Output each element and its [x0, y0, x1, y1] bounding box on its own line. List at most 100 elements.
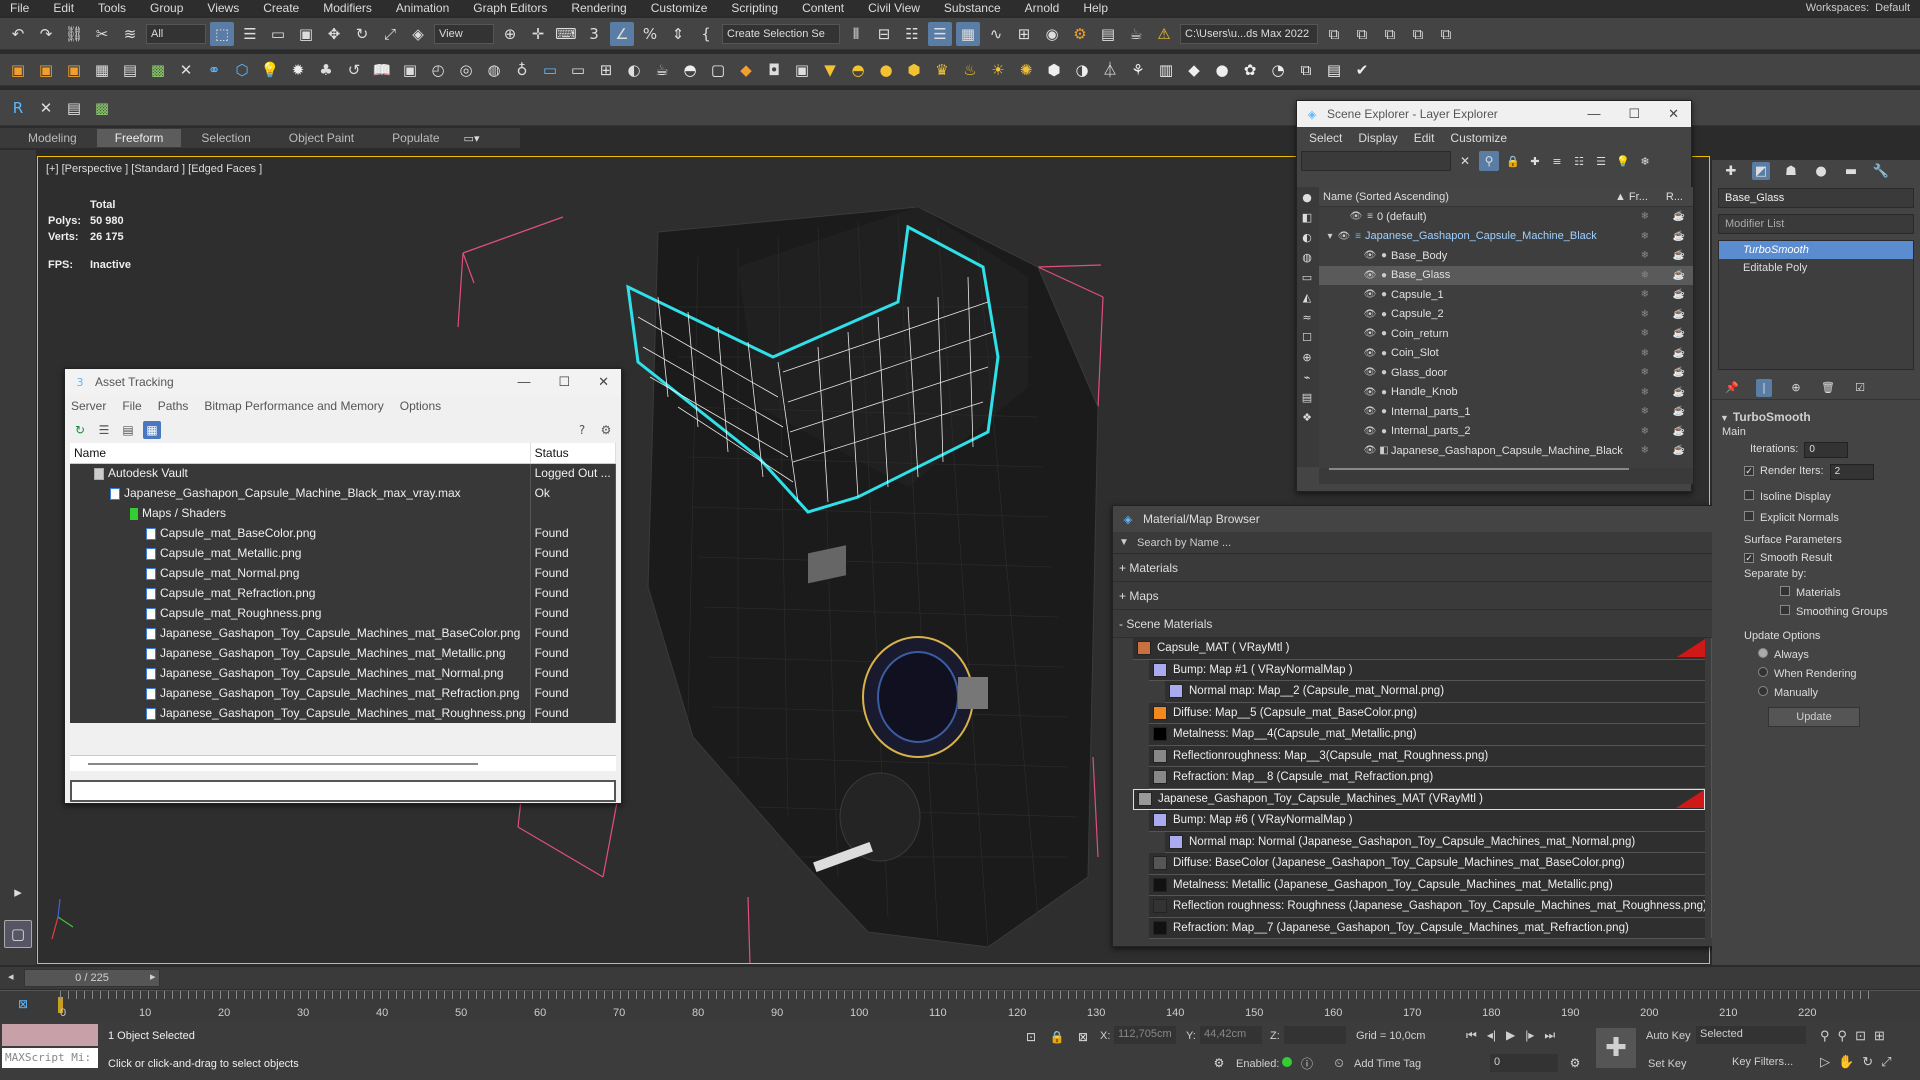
freeze-icon[interactable]: ❄ [1641, 231, 1649, 242]
adaptive-degradation-icon[interactable]: ⚙ [1210, 1054, 1228, 1072]
rollout-turbosmooth[interactable]: ▼ TurboSmooth [1712, 410, 1920, 424]
horizontal-scrollbar[interactable] [70, 755, 616, 771]
render-icon[interactable]: ☕ [1673, 231, 1685, 242]
mat-title-bar[interactable]: ◈ Material/Map Browser ✕ [1113, 506, 1725, 532]
eye-icon[interactable]: 👁 [1363, 250, 1377, 261]
map-row[interactable]: Reflectionroughness: Map__3(Capsule_mat_… [1149, 745, 1705, 767]
col-name[interactable]: Name [70, 443, 531, 464]
display-particles-icon[interactable]: ❖ [1297, 407, 1317, 427]
warning-icon[interactable]: ⚠ [1152, 22, 1176, 46]
freeze-icon[interactable]: ❄ [1641, 211, 1649, 222]
isoline-checkbox[interactable] [1744, 490, 1754, 500]
freeze-icon[interactable]: ❄ [1641, 426, 1649, 437]
table-row[interactable]: Maps / Shaders [70, 503, 617, 523]
eye-icon[interactable]: 👁 [1363, 309, 1377, 320]
y-field[interactable]: 44,42cm [1200, 1026, 1262, 1044]
eye-icon[interactable]: 👁 [1363, 445, 1377, 456]
render-icon[interactable]: ☕ [1673, 426, 1685, 437]
list-item[interactable]: 👁 ◧ Japanese_Gashapon_Capsule_Machine_Blac… [1319, 441, 1693, 461]
list-item[interactable]: 👁 ● Glass_door ❄ ☕ [1319, 363, 1693, 383]
smooth-result-checkbox[interactable]: ✓ [1744, 553, 1754, 563]
create-tab-icon[interactable]: ✚ [1722, 162, 1740, 180]
vray-check-icon[interactable]: ✔ [1350, 58, 1374, 82]
goto-end-icon[interactable]: ⏭ [1544, 1028, 1555, 1043]
path-input[interactable] [70, 780, 616, 802]
render-iters-checkbox[interactable]: ✓ [1744, 466, 1754, 476]
tool-window2-icon[interactable]: ▭ [566, 58, 590, 82]
group-maps[interactable]: + Maps [1113, 582, 1725, 610]
zoom-extents-all-icon[interactable]: ⊞ [1874, 1028, 1885, 1044]
info-icon[interactable]: ⓘ [1298, 1054, 1316, 1072]
when-rendering-row[interactable]: When Rendering [1712, 667, 1920, 680]
tool-table-icon[interactable]: ▤ [118, 58, 142, 82]
tab-selection[interactable]: Selection [183, 129, 268, 147]
lock-icon[interactable]: 🔒 [1505, 153, 1521, 169]
configure-sets-icon[interactable]: ☑ [1852, 380, 1868, 396]
table-row[interactable]: Japanese_Gashapon_Toy_Capsule_Machines_m… [70, 623, 617, 643]
teapot-icon[interactable]: ☕ [650, 58, 674, 82]
next-frame-icon[interactable]: |▸ [1525, 1028, 1534, 1043]
layers-icon[interactable]: ☰ [1593, 153, 1609, 169]
asset-menu-bitmap[interactable]: Bitmap Performance and Memory [204, 399, 383, 413]
menu-customize[interactable]: Customize [641, 1, 722, 15]
object-name-field[interactable]: Base_Glass [1718, 188, 1914, 208]
render-icon[interactable]: ☕ [1124, 22, 1148, 46]
menu-views[interactable]: Views [197, 1, 253, 15]
dome-light-icon[interactable]: ◓ [846, 58, 870, 82]
select-by-name-icon[interactable]: ☰ [238, 22, 262, 46]
tool-frame-icon[interactable]: ▢ [706, 58, 730, 82]
zoom-extents-icon[interactable]: ⊡ [1855, 1028, 1866, 1044]
vray-mtl-icon[interactable]: ✿ [1238, 58, 1262, 82]
snaps-icon[interactable]: 3 [582, 22, 606, 46]
fp-icon-2[interactable]: ▣ [34, 58, 58, 82]
material-row[interactable]: Japanese_Gashapon_Toy_Capsule_Machines_M… [1133, 788, 1705, 810]
table-row[interactable]: Japanese_Gashapon_Capsule_Machine_Black_… [70, 483, 617, 503]
map-row[interactable]: Diffuse: BaseColor (Japanese_Gashapon_To… [1149, 853, 1705, 875]
ies-light-icon[interactable]: ♛ [930, 58, 954, 82]
pivot-icon[interactable]: ⊕ [498, 22, 522, 46]
when-rendering-radio[interactable] [1758, 667, 1768, 677]
key-filters-button[interactable]: Key Filters... [1728, 1054, 1806, 1072]
tool-bulb-icon[interactable]: ♁ [510, 58, 534, 82]
tool-refresh-icon[interactable]: ↺ [342, 58, 366, 82]
map-row[interactable]: Reflection roughness: Roughness (Japanes… [1149, 896, 1705, 918]
col-name-sorted[interactable]: Name (Sorted Ascending) [1323, 191, 1449, 203]
enabled-indicator[interactable] [1282, 1057, 1292, 1067]
isoline-row[interactable]: Isoline Display [1712, 490, 1920, 503]
fp-icon[interactable]: ▣ [6, 58, 30, 82]
link-icon[interactable]: ⛓ [62, 22, 86, 46]
selection-lock-icon[interactable]: 🔒 [1048, 1028, 1066, 1046]
freeze-icon[interactable]: ❄ [1641, 309, 1649, 320]
window-crossing-icon[interactable]: ▣ [294, 22, 318, 46]
menu-modifiers[interactable]: Modifiers [313, 1, 386, 15]
collapse-arrow-icon[interactable]: ▾ [1323, 231, 1337, 242]
table-row[interactable]: Capsule_mat_Refraction.png Found [70, 583, 617, 603]
add-time-tag[interactable]: Add Time Tag [1354, 1058, 1421, 1070]
tool-cam2-icon[interactable]: ◘ [762, 58, 786, 82]
freeze-icon[interactable]: ❄ [1641, 270, 1649, 281]
x-field[interactable]: 112,705cm [1114, 1026, 1176, 1044]
menu-arnold[interactable]: Arnold [1015, 1, 1074, 15]
eye-icon[interactable]: 👁 [1337, 231, 1351, 242]
materials-checkbox[interactable] [1780, 586, 1790, 596]
teapot-2-icon[interactable]: ◓ [678, 58, 702, 82]
material-row[interactable]: Capsule_MAT ( VRayMtl ) [1133, 638, 1705, 660]
tool-panel-icon[interactable]: ▩ [90, 96, 114, 120]
render-icon[interactable]: ☕ [1673, 445, 1685, 456]
selected-combo[interactable]: Selected [1696, 1026, 1806, 1044]
select-object-icon[interactable]: ⬚ [210, 21, 234, 46]
fov-icon[interactable]: ▷ [1820, 1054, 1830, 1070]
scrollbar-thumb[interactable] [1329, 467, 1629, 470]
render-icon[interactable]: ☕ [1673, 367, 1685, 378]
vray-displacement-icon[interactable]: ▥ [1154, 58, 1178, 82]
workspace-icon-5[interactable]: ⧉ [1434, 22, 1458, 46]
vray-proxy-icon[interactable]: ⬢ [1042, 58, 1066, 82]
asset-title-bar[interactable]: 3 Asset Tracking — ☐ ✕ [65, 369, 621, 395]
align-icon[interactable]: ⊟ [872, 22, 896, 46]
smooth-result-row[interactable]: ✓ Smooth Result [1712, 552, 1920, 564]
display-warps-icon[interactable]: ≈ [1297, 307, 1317, 327]
keyboard-shortcut-icon[interactable]: ⌨ [554, 22, 578, 46]
spotlight-icon[interactable]: ▼ [818, 58, 842, 82]
refresh-icon[interactable]: ↻ [71, 421, 89, 439]
vray-vfb-icon[interactable]: ⧉ [1294, 58, 1318, 82]
